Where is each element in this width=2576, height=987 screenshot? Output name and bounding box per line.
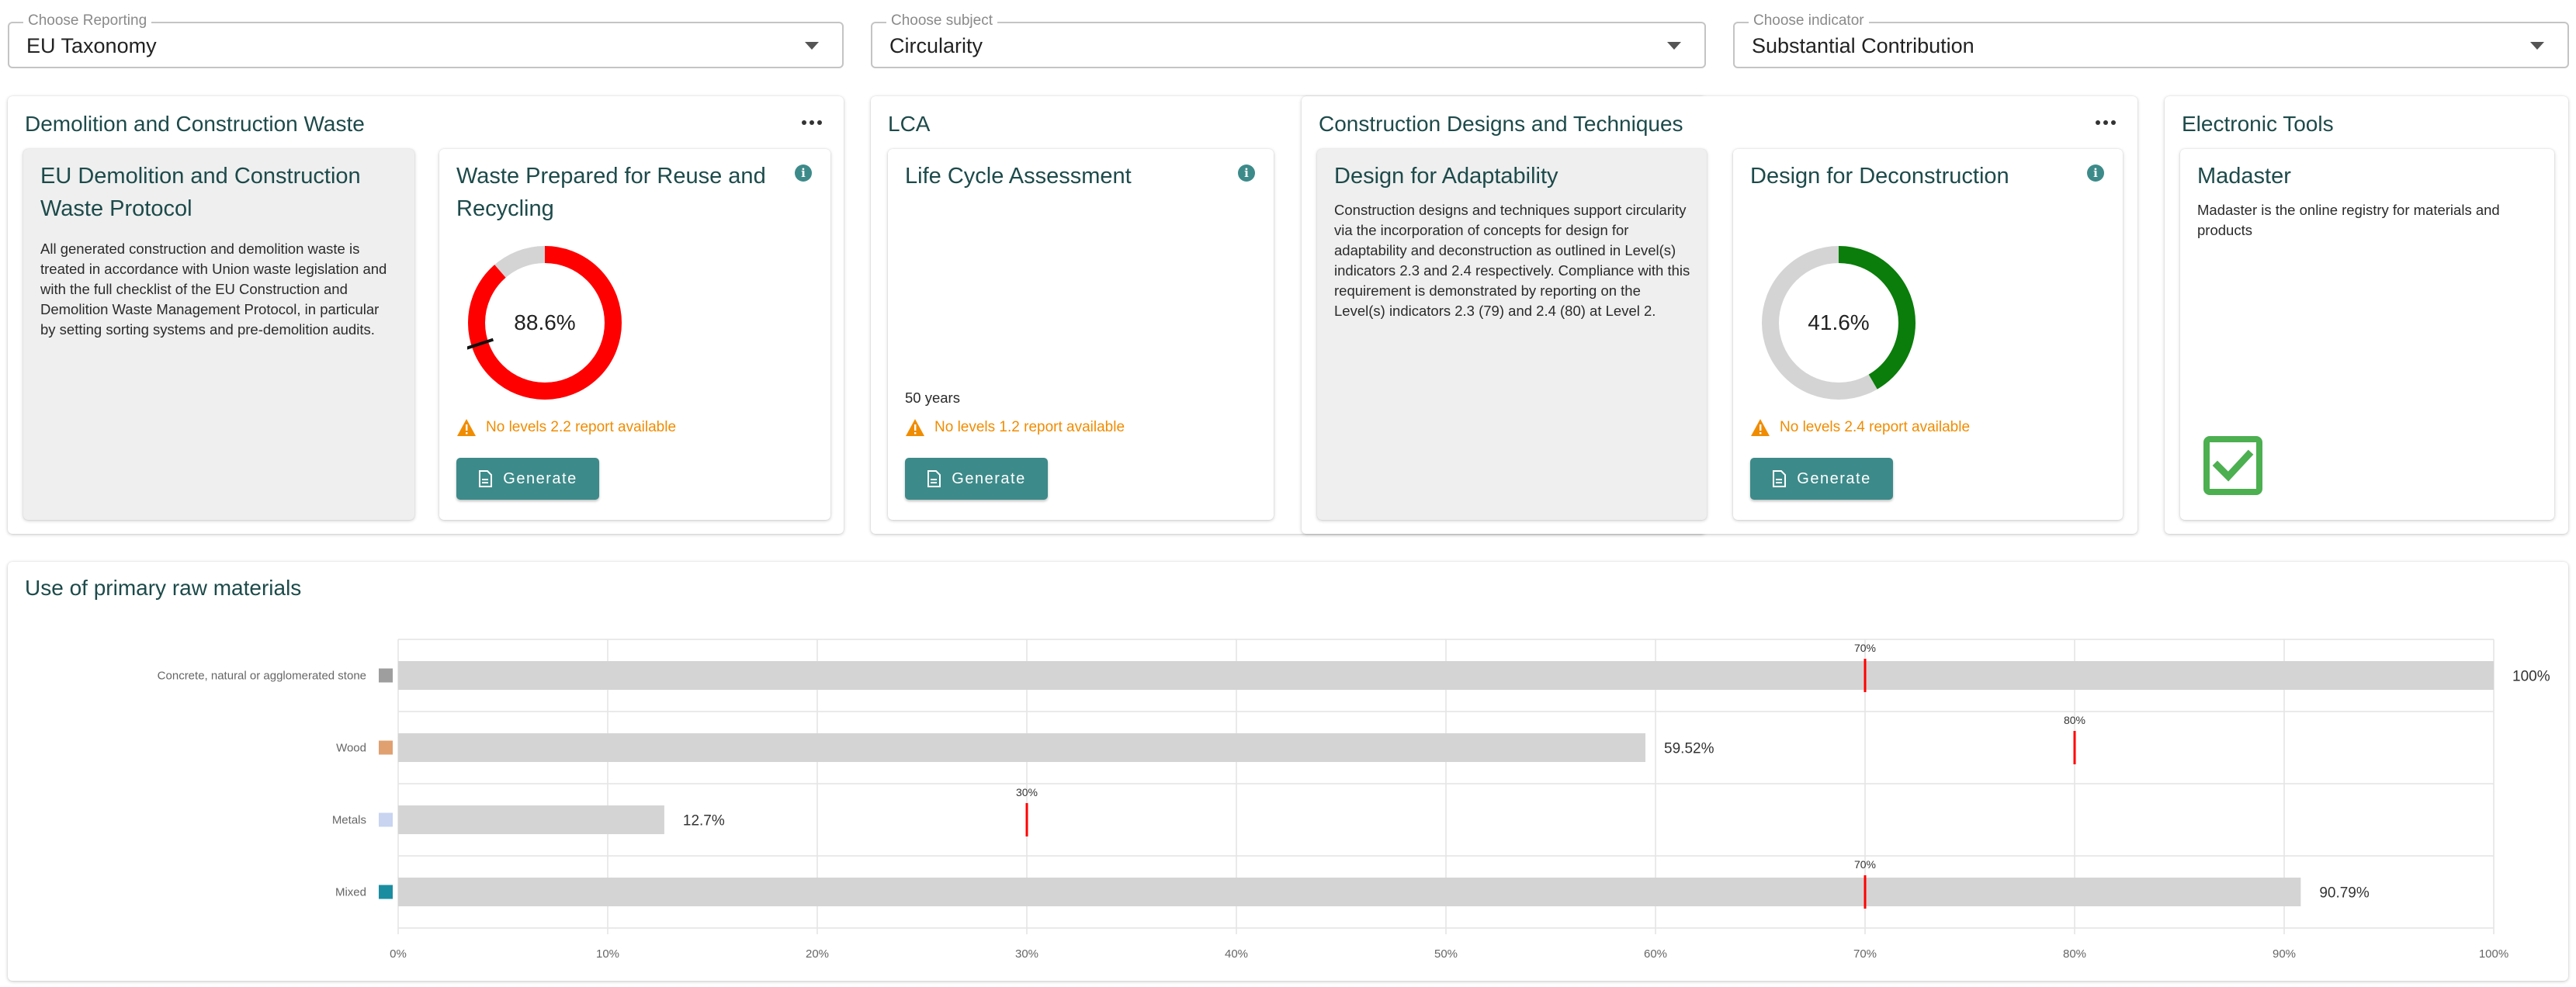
chevron-down-icon[interactable] [1667,42,1681,50]
generate-button[interactable]: Generate [905,458,1048,500]
adaptability-card: Design for Adaptability Construction des… [1317,149,1707,520]
reporting-select-label: Choose Reporting [23,12,152,29]
legend-swatch [379,668,393,683]
card-title: Madaster [2197,164,2291,189]
card-description: Construction designs and techniques supp… [1334,202,1690,319]
subject-select[interactable]: Choose subject Circularity [871,12,1706,68]
info-icon[interactable]: i [1238,164,1255,182]
x-tick-label: 80% [2063,947,2086,961]
generate-button-label: Generate [1797,469,1871,487]
deconstruction-card: Design for Deconstruction i 41.6% No lev… [1733,149,2123,520]
subject-select-value: Circularity [889,34,983,57]
warning-icon [1751,419,1770,436]
generate-button-label: Generate [952,469,1026,487]
reporting-select-value: EU Taxonomy [26,34,157,57]
reuse-recycling-card: Waste Prepared for Reuse and Recycling i… [439,149,830,520]
card-description: All generated construction and demolitio… [40,241,387,338]
protocol-card: EU Demolition and Construction Waste Pro… [23,149,414,520]
more-options-icon[interactable] [2096,119,2116,126]
section-title: Electronic Tools [2182,112,2334,136]
card-title: Waste Prepared for Reuse and Recycling [456,164,766,221]
warning-text: No levels 2.4 report available [1780,419,1971,435]
generate-button[interactable]: Generate [1750,458,1893,500]
lca-years: 50 years [905,390,960,406]
section-title: Demolition and Construction Waste [25,112,365,136]
card-title: EU Demolition and Construction Waste Pro… [40,164,361,221]
warning-text: No levels 1.2 report available [934,419,1125,435]
card-title: Design for Deconstruction [1750,164,2009,189]
raw-materials-bar-chart: 0% 10% 20% 30% 40% 50% 60% 70% 80% 90% 100% Concret… [158,639,2550,961]
indicator-select[interactable]: Choose indicator Substantial Contributio… [1733,12,2569,68]
category-label: Mixed [335,886,366,899]
generate-button-label: Generate [503,469,577,487]
bar [398,733,1646,762]
construction-section: Construction Designs and Techniques Desi… [1302,96,2137,534]
warning-icon [457,419,476,436]
category-label: Concrete, natural or agglomerated stone [158,670,366,683]
legend-swatch [379,812,393,827]
indicator-select-label: Choose indicator [1749,12,1869,29]
target-label: 80% [2064,714,2085,726]
indicator-select-value: Substantial Contribution [1752,34,1974,57]
subject-select-label: Choose subject [886,12,997,29]
x-tick-label: 30% [1015,947,1038,961]
bar [398,661,2494,690]
warning-text: No levels 2.2 report available [486,419,677,435]
x-tick-label: 70% [1853,947,1877,961]
x-tick-label: 10% [596,947,619,961]
x-tick-label: 50% [1434,947,1458,961]
card-title: Design for Adaptability [1334,164,1558,189]
document-icon [479,470,493,487]
x-tick-label: 100% [2479,947,2508,961]
legend-swatch [379,740,393,755]
chevron-down-icon[interactable] [2530,42,2544,50]
x-tick-label: 60% [1644,947,1667,961]
category-label: Wood [336,742,366,755]
checkbox-checked-icon [2203,436,2262,495]
section-title: LCA [888,112,931,136]
category-label: Metals [332,814,366,827]
bar [398,805,664,834]
donut-value-label: 41.6% [1808,310,1870,334]
bar-value-label: 12.7% [683,813,725,829]
reporting-select[interactable]: Choose Reporting EU Taxonomy [8,12,844,68]
document-icon [927,470,941,487]
tools-section: Electronic Tools Madaster Madaster is th… [2165,96,2568,534]
donut-value-label: 88.6% [514,310,576,334]
madaster-card: Madaster Madaster is the online registry… [2180,149,2554,520]
x-tick-label: 40% [1225,947,1248,961]
x-tick-label: 0% [390,947,407,961]
life-cycle-card: Life Cycle Assessment i 50 years No leve… [888,149,1274,520]
raw-materials-section: Use of primary raw materials 0% 10% 20% 30%… [8,562,2568,981]
warning-message: No levels 2.2 report available [456,418,676,437]
bar-value-label: 90.79% [2319,885,2370,902]
x-tick-label: 20% [806,947,829,961]
chevron-down-icon[interactable] [805,42,819,50]
document-icon [1773,470,1787,487]
warning-message: No levels 2.4 report available [1750,418,1970,437]
info-icon[interactable]: i [2087,164,2104,182]
info-icon[interactable]: i [795,164,812,182]
target-label: 70% [1854,642,1876,654]
bar-value-label: 59.52% [1664,741,1714,757]
demolition-section: Demolition and Construction Waste EU Dem… [8,96,844,534]
warning-message: No levels 1.2 report available [905,418,1125,437]
target-label: 70% [1854,858,1876,871]
x-tick-label: 90% [2273,947,2296,961]
bar-value-label: 100% [2512,669,2550,685]
bar [398,878,2301,906]
target-label: 30% [1016,786,1038,798]
section-title: Construction Designs and Techniques [1319,112,1683,136]
generate-button[interactable]: Generate [456,458,599,500]
card-description: Madaster is the online registry for mate… [2197,202,2500,238]
legend-swatch [379,885,393,899]
card-title: Life Cycle Assessment [905,164,1132,189]
more-options-icon[interactable] [802,119,822,126]
warning-icon [906,419,924,436]
